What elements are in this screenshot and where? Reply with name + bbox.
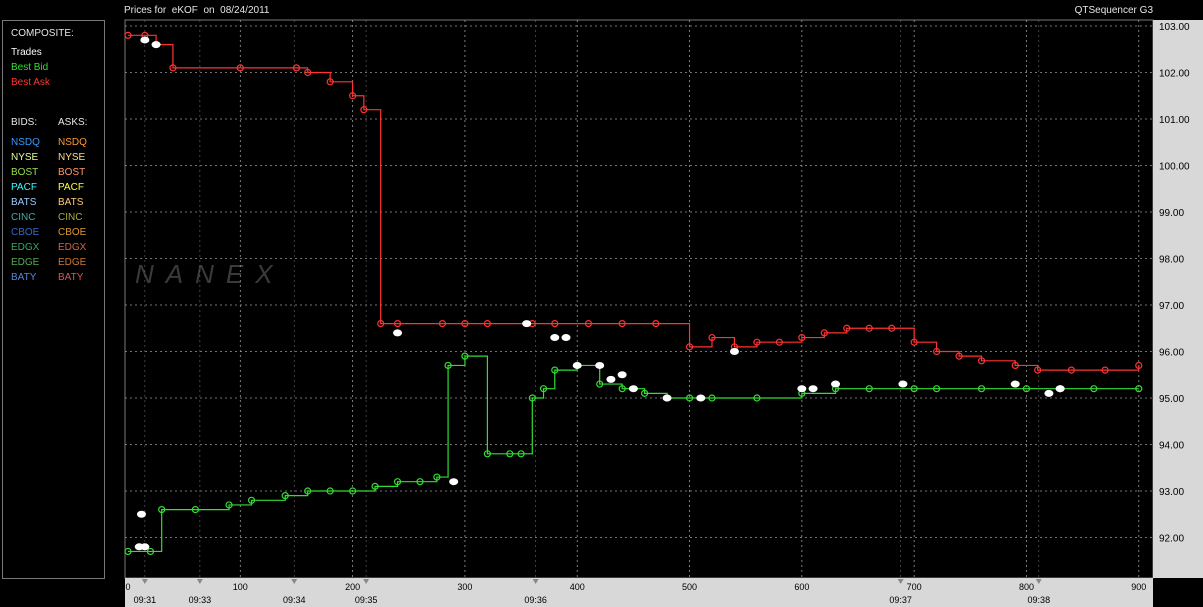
trade-point: [831, 380, 841, 388]
trade-point: [550, 334, 560, 342]
time-tick-label: 09:33: [189, 595, 212, 605]
x-tick-label: 500: [682, 582, 697, 592]
trade-point: [561, 334, 571, 342]
time-tick-label: 09:35: [355, 595, 378, 605]
x-tick-label: 800: [1019, 582, 1034, 592]
plot-area: [124, 19, 1154, 579]
x-tick-label: 700: [907, 582, 922, 592]
trade-point: [136, 510, 146, 518]
y-tick-label: 98.00: [1159, 255, 1184, 266]
trade-point: [595, 361, 605, 369]
trade-point: [151, 41, 161, 49]
x-tick-label: 0: [125, 582, 130, 592]
trade-point: [729, 348, 739, 355]
x-tick-label: 900: [1131, 582, 1146, 592]
y-tick-label: 102.00: [1159, 69, 1190, 80]
trade-point: [628, 385, 638, 393]
time-tick-label: 09:31: [134, 595, 157, 605]
trade-point: [1055, 385, 1065, 393]
trade-point: [696, 394, 706, 402]
x-tick-label: 100: [233, 582, 248, 592]
watermark: NANEX: [135, 259, 285, 289]
time-tick-label: 09:38: [1028, 595, 1051, 605]
y-tick-label: 99.00: [1159, 208, 1184, 219]
trade-point: [449, 478, 459, 486]
y-tick-label: 91.00: [1159, 580, 1184, 591]
trade-point: [572, 361, 582, 369]
time-tick-label: 09:34: [283, 595, 306, 605]
y-tick-label: 96.00: [1159, 348, 1184, 359]
y-tick-label: 95.00: [1159, 394, 1184, 405]
trade-point: [140, 543, 150, 551]
trade-point: [662, 394, 672, 402]
y-tick-label: 93.00: [1159, 487, 1184, 498]
trade-point: [1044, 389, 1054, 397]
x-tick-label: 400: [570, 582, 585, 592]
trade-point: [1010, 380, 1020, 388]
x-axis-panel: [125, 578, 1153, 607]
time-tick-label: 09:37: [889, 595, 912, 605]
trade-point: [808, 385, 818, 393]
price-chart: NANEX 91.00 92.00 93.00 94.00 95.00 96.00 97.00…: [124, 19, 1203, 607]
trade-point: [522, 320, 532, 328]
x-tick-label: 200: [345, 582, 360, 592]
time-tick-label: 09:36: [524, 595, 547, 605]
trade-point: [617, 371, 627, 379]
trade-point: [606, 375, 616, 383]
trade-point: [393, 329, 403, 337]
y-tick-label: 100.00: [1159, 162, 1190, 173]
y-tick-label: 92.00: [1159, 534, 1184, 545]
trade-point: [140, 36, 150, 44]
trade-point: [898, 380, 908, 388]
x-tick-label: 300: [457, 582, 472, 592]
x-tick-label: 600: [794, 582, 809, 592]
y-tick-label: 97.00: [1159, 301, 1184, 312]
y-tick-label: 103.00: [1159, 22, 1190, 33]
trade-point: [797, 385, 807, 393]
y-tick-label: 94.00: [1159, 441, 1184, 452]
y-tick-label: 101.00: [1159, 115, 1190, 126]
